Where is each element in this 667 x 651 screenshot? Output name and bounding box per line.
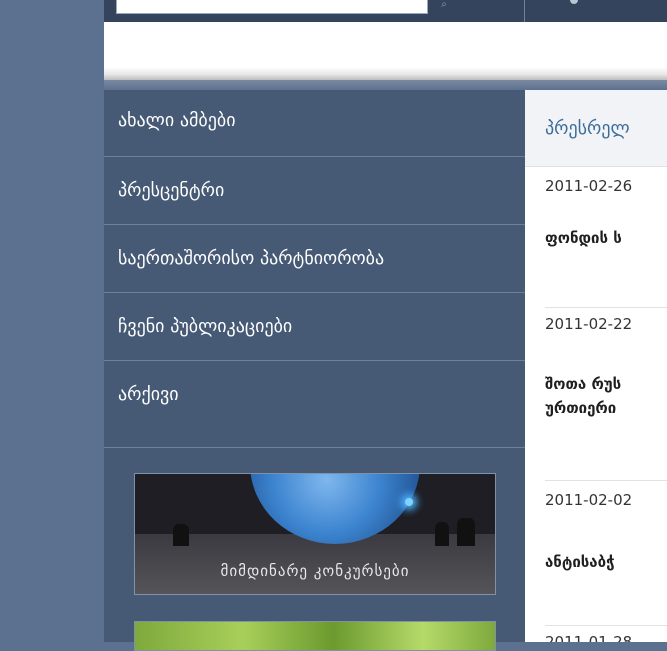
search-input[interactable] [116, 0, 428, 14]
topbar-divider [524, 0, 525, 22]
news-date: 2011-02-22 [545, 315, 633, 333]
news-title-line: ანტისაბჭ [545, 553, 615, 571]
sidebar-item-press-center[interactable]: პრესცენტრი [104, 156, 525, 224]
sidebar-item-publications[interactable]: ჩვენი პუბლიკაციები [104, 292, 525, 360]
news-date: 2011-02-26 [545, 177, 633, 195]
news-divider [545, 307, 667, 308]
banner-shadow [104, 80, 667, 90]
promo-caption: მიმდინარე კონკურსები [220, 562, 410, 580]
news-divider [545, 480, 667, 481]
news-title-link[interactable]: ფონდის ს [545, 226, 622, 250]
promo-person [173, 524, 189, 546]
page-title: პრესრელ [545, 118, 630, 139]
search-icon[interactable]: ⌕ [434, 0, 454, 10]
content-header: პრესრელ [525, 90, 667, 167]
news-title-line: შოთა რუს [545, 375, 622, 393]
sidebar-item-label: არქივი [118, 384, 179, 405]
news-divider [545, 625, 667, 626]
sidebar-item-label: ახალი ამბები [118, 109, 236, 131]
news-date: 2011-01-28 [545, 633, 633, 642]
news-title-link[interactable]: ანტისაბჭ [545, 550, 615, 574]
sidebar-item-label: ჩვენი პუბლიკაციები [118, 316, 293, 337]
topbar-indicator [570, 0, 578, 4]
main-content: პრესრელ 2011-02-26 ფონდის ს 2011-02-22 შ… [525, 90, 667, 642]
secondary-promo-banner[interactable] [134, 621, 496, 651]
menu-divider [104, 447, 525, 448]
news-title-line: ურთიერი [545, 399, 617, 417]
sidebar-item-archive[interactable]: არქივი [104, 360, 525, 428]
news-title-link[interactable]: შოთა რუს ურთიერი [545, 372, 621, 420]
promo-light [405, 498, 413, 506]
news-date: 2011-02-02 [545, 491, 633, 509]
news-title-line: ფონდის ს [545, 229, 622, 247]
sidebar-item-international-partnership[interactable]: საერთაშორისო პარტნიორობა [104, 224, 525, 292]
sidebar-item-label: პრესცენტრი [118, 180, 225, 201]
promo-person [457, 518, 475, 546]
sidebar-item-label: საერთაშორისო პარტნიორობა [118, 248, 385, 269]
header-banner [104, 22, 667, 80]
sidebar-item-news[interactable]: ახალი ამბები [104, 90, 525, 156]
sidebar-menu: ახალი ამბები პრესცენტრი საერთაშორისო პარ… [104, 90, 525, 428]
promo-person [435, 522, 449, 546]
sidebar: ახალი ამბები პრესცენტრი საერთაშორისო პარ… [104, 90, 525, 651]
top-bar: ⌕ [104, 0, 667, 22]
current-competitions-banner[interactable]: მიმდინარე კონკურსები [134, 473, 496, 595]
